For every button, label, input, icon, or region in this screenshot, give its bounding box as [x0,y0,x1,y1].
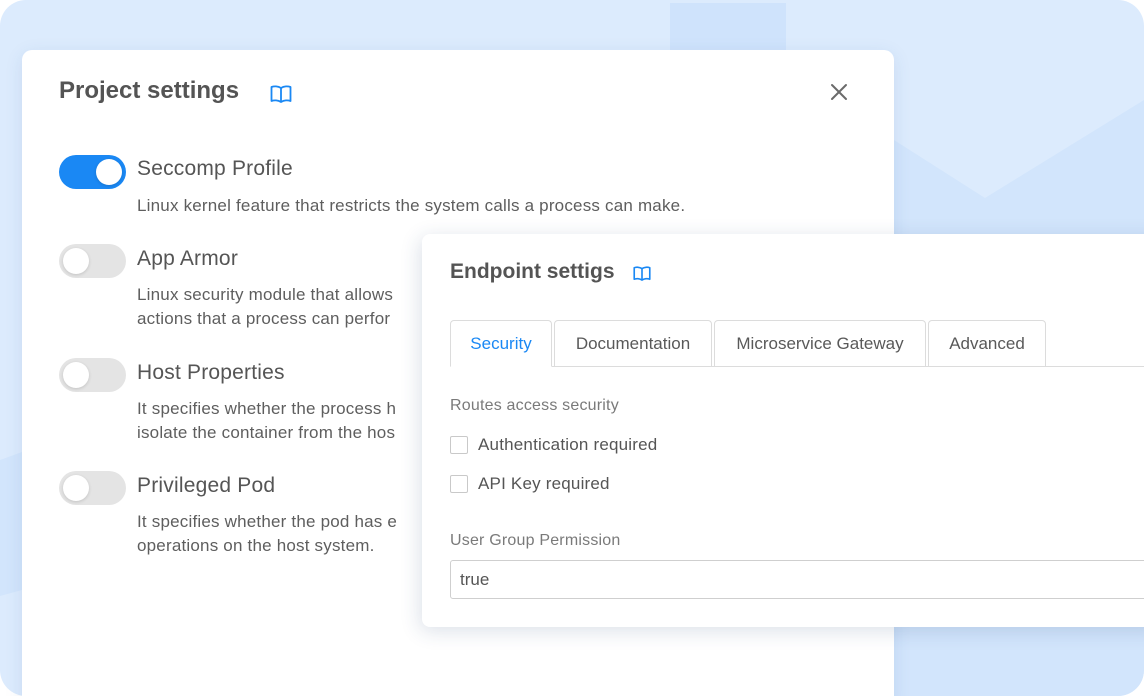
endpoint-settings-panel: Endpoint settigs Security Documentation … [422,234,1144,627]
tab-advanced[interactable]: Advanced [928,320,1046,367]
privileged-pod-toggle[interactable] [59,471,126,505]
panel-title: Endpoint settigs [450,260,615,283]
option-description: Linux kernel feature that restricts the … [137,196,686,215]
tab-documentation[interactable]: Documentation [554,320,712,367]
close-icon[interactable] [828,81,850,103]
authentication-required-checkbox[interactable] [450,436,468,454]
host-properties-toggle[interactable] [59,358,126,392]
option-label: Host Properties [137,361,285,384]
tab-microservice-gateway[interactable]: Microservice Gateway [714,320,926,367]
book-open-icon[interactable] [270,84,292,104]
tab-bar: Security Documentation Microservice Gate… [450,320,1144,367]
toggle-knob [63,475,89,501]
toggle-knob [63,248,89,274]
page-title: Project settings [59,77,240,104]
book-open-icon[interactable] [633,265,651,282]
api-key-required-checkbox[interactable] [450,475,468,493]
option-label: Seccomp Profile [137,157,293,180]
user-group-permission-input[interactable] [450,560,1144,599]
checkbox-label: Authentication required [478,435,658,454]
checkbox-label: API Key required [478,474,610,493]
toggle-knob [63,362,89,388]
app-armor-toggle[interactable] [59,244,126,278]
routes-section-label: Routes access security [450,397,619,414]
user-group-permission-label: User Group Permission [450,532,621,549]
toggle-knob [96,159,122,185]
option-label: Privileged Pod [137,474,276,497]
seccomp-profile-toggle[interactable] [59,155,126,189]
option-label: App Armor [137,247,239,270]
tab-security[interactable]: Security [450,320,552,367]
